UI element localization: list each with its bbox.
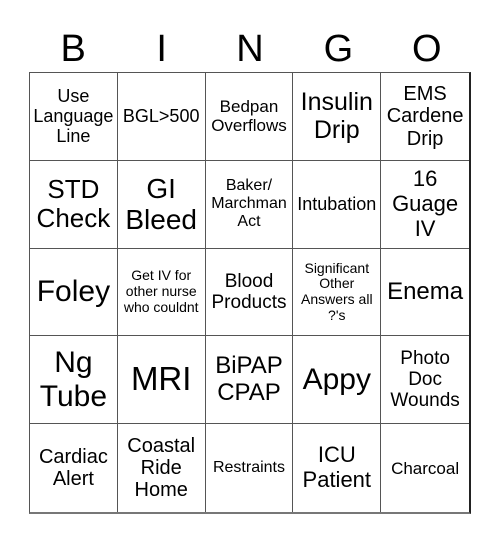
bingo-header: B I N G O (29, 26, 471, 72)
bingo-cell[interactable]: Photo Doc Wounds (381, 336, 469, 425)
bingo-cell[interactable]: Significant Other Answers all ?'s (293, 248, 382, 337)
bingo-cell[interactable]: Get IV for other nurse who couldnt (117, 248, 206, 337)
bingo-cell[interactable]: Use Language Line (30, 73, 118, 161)
bingo-cell[interactable]: GI Bleed (117, 160, 206, 249)
bingo-cell[interactable]: Ng Tube (30, 336, 118, 425)
header-letter-g: G (323, 28, 354, 70)
bingo-cell[interactable]: Bedpan Overflows (205, 73, 294, 161)
header-letter-b: B (60, 28, 86, 70)
header-letter-o: O (412, 28, 442, 70)
bingo-cell[interactable]: Intubation (293, 160, 382, 249)
bingo-cell[interactable]: BiPAP CPAP (205, 336, 294, 425)
bingo-cell[interactable]: MRI (117, 336, 206, 425)
bingo-cell[interactable]: Baker/ Marchman Act (205, 160, 294, 249)
bingo-cell[interactable]: Appy (293, 336, 382, 425)
bingo-cell[interactable]: ICU Patient (293, 424, 382, 512)
bingo-cell[interactable]: Insulin Drip (293, 73, 382, 161)
bingo-cell[interactable]: Blood Products (205, 248, 294, 337)
bingo-cell[interactable]: Enema (381, 249, 469, 337)
bingo-cell[interactable]: BGL>500 (117, 73, 206, 161)
bingo-cell[interactable]: Cardiac Alert (30, 424, 118, 512)
bingo-cell[interactable]: EMS Cardene Drip (381, 73, 469, 161)
header-letter-i: I (156, 28, 167, 70)
bingo-board: Use Language Line BGL>500 Bedpan Overflo… (29, 72, 471, 514)
header-letter-n: N (236, 28, 264, 70)
bingo-cell[interactable]: Coastal Ride Home (118, 424, 206, 512)
bingo-cell[interactable]: STD Check (30, 160, 118, 249)
bingo-cell[interactable]: 16 Guage IV (381, 161, 469, 249)
bingo-cell[interactable]: Foley (30, 248, 118, 337)
bingo-cell[interactable]: Charcoal (381, 424, 469, 512)
bingo-cell[interactable]: Restraints (206, 424, 294, 512)
